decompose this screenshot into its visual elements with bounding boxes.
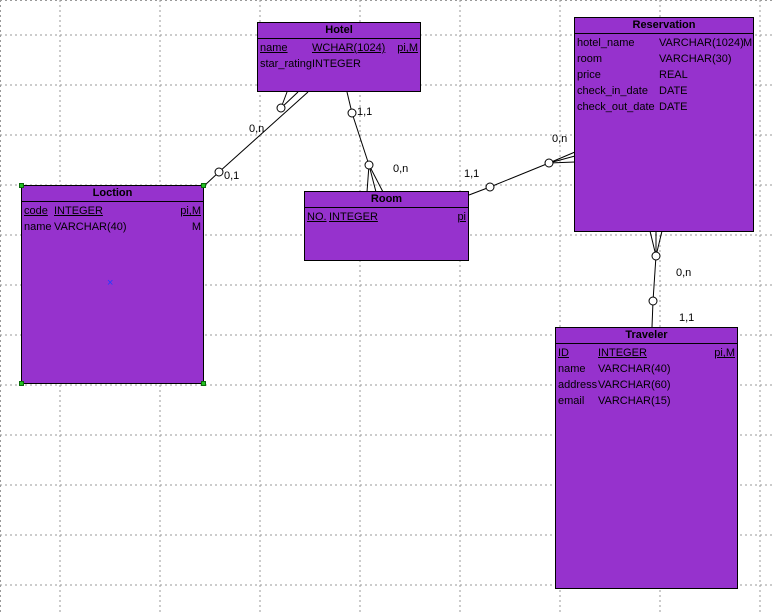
attribute-type: VARCHAR(60) xyxy=(598,379,671,391)
attribute-name: ID xyxy=(558,347,569,359)
entity-room[interactable]: Room NO. INTEGER pi xyxy=(304,191,469,261)
attribute-flags: pi,M xyxy=(180,205,201,217)
attribute-type: INTEGER xyxy=(329,211,378,223)
attribute-row: NO. INTEGER pi xyxy=(307,209,466,225)
attribute-type: VARCHAR(30) xyxy=(659,53,732,65)
attribute-type: VARCHAR(15) xyxy=(598,395,671,407)
attribute-name: email xyxy=(558,395,585,407)
link-reservation-traveler[interactable]: 0,n 1,1 xyxy=(648,230,694,328)
attribute-row: room VARCHAR(30) xyxy=(577,51,751,67)
entity-title: Loction xyxy=(22,186,203,202)
attribute-flags: pi xyxy=(457,211,466,223)
attribute-type: DATE xyxy=(659,101,688,113)
attribute-flags: pi,M xyxy=(714,347,735,359)
attribute-type: VARCHAR(40) xyxy=(54,221,127,233)
resize-handle-bottom-left[interactable] xyxy=(19,381,24,386)
cardinality-hotel-room-room: 0,n xyxy=(393,163,408,175)
attribute-row: ID INTEGER pi,M xyxy=(558,345,735,361)
resize-handle-top-left[interactable] xyxy=(19,183,24,188)
attribute-name: NO. xyxy=(307,211,327,223)
attribute-row: name VARCHAR(40) xyxy=(558,361,735,377)
optional-marker-hotel-room-bottom xyxy=(364,160,374,170)
attribute-name: name xyxy=(260,42,288,54)
attribute-flags: M xyxy=(743,37,753,49)
attribute-type: VARCHAR(1024) xyxy=(659,37,744,49)
optional-marker-hotel-side xyxy=(276,103,286,113)
attribute-name: star_rating xyxy=(260,58,312,70)
attribute-name: name xyxy=(24,221,52,233)
attribute-type: DATE xyxy=(659,85,688,97)
entity-reservation[interactable]: Reservation hotel_name VARCHAR(1024) M r… xyxy=(574,17,754,232)
link-hotel-location[interactable]: 0,n 0,1 xyxy=(203,91,309,187)
optional-marker-traveler-top xyxy=(648,296,658,306)
attribute-type: VARCHAR(40) xyxy=(598,363,671,375)
link-hotel-room[interactable]: 1,1 0,n xyxy=(346,91,408,193)
attribute-name: room xyxy=(577,53,603,65)
attribute-name: name xyxy=(558,363,586,375)
attribute-name: address xyxy=(558,379,598,391)
attribute-type: INTEGER xyxy=(312,58,361,70)
entity-title: Room xyxy=(305,192,468,208)
center-mark-icon: × xyxy=(107,277,114,289)
attribute-row: name WCHAR(1024) pi,M xyxy=(260,40,418,56)
entity-title: Reservation xyxy=(575,18,753,34)
entity-location[interactable]: Loction code INTEGER pi,M name VARCHAR(4… xyxy=(21,185,204,384)
cardinality-reservation-traveler-reservation: 0,n xyxy=(676,267,691,279)
attribute-type: INTEGER xyxy=(598,347,647,359)
attribute-name: check_out_date xyxy=(577,101,655,113)
optional-marker-hotel-room-top xyxy=(347,108,357,118)
resize-handle-bottom-right[interactable] xyxy=(201,381,206,386)
attribute-row: star_rating INTEGER xyxy=(260,56,418,72)
cardinality-room-reservation-reservation: 0,n xyxy=(552,133,567,145)
attribute-row: check_out_date DATE xyxy=(577,99,751,115)
optional-marker-reservation-bottom xyxy=(651,251,661,261)
attribute-row: hotel_name VARCHAR(1024) M xyxy=(577,35,753,51)
attribute-name: code xyxy=(24,205,48,217)
cardinality-reservation-traveler-traveler: 1,1 xyxy=(679,312,694,324)
attribute-type: INTEGER xyxy=(54,205,103,217)
cardinality-hotel-location-location: 0,1 xyxy=(224,170,239,182)
attribute-row: name VARCHAR(40) M xyxy=(24,219,201,235)
attribute-name: check_in_date xyxy=(577,85,648,97)
attribute-row: address VARCHAR(60) xyxy=(558,377,735,393)
cardinality-hotel-room-hotel: 1,1 xyxy=(357,106,372,118)
attribute-name: price xyxy=(577,69,601,81)
entity-traveler[interactable]: Traveler ID INTEGER pi,M name VARCHAR(40… xyxy=(555,327,738,589)
attribute-row: code INTEGER pi,M xyxy=(24,203,201,219)
entity-hotel[interactable]: Hotel name WCHAR(1024) pi,M star_rating … xyxy=(257,22,421,92)
optional-marker-reservation-side xyxy=(544,158,554,168)
attribute-type: WCHAR(1024) xyxy=(312,42,386,54)
optional-marker-room-side xyxy=(485,182,495,192)
cardinality-room-reservation-room: 1,1 xyxy=(464,168,479,180)
link-room-reservation[interactable]: 1,1 0,n xyxy=(464,133,576,196)
attribute-name: hotel_name xyxy=(577,37,635,49)
optional-marker-location-side xyxy=(214,167,224,177)
entity-title: Hotel xyxy=(258,23,420,39)
resize-handle-top-right[interactable] xyxy=(201,183,206,188)
attribute-row: email VARCHAR(15) xyxy=(558,393,735,409)
cardinality-hotel-location-hotel: 0,n xyxy=(249,123,264,135)
attribute-row: check_in_date DATE xyxy=(577,83,751,99)
attribute-flags: M xyxy=(191,221,201,233)
attribute-flags: pi,M xyxy=(397,42,418,54)
entity-title: Traveler xyxy=(556,328,737,344)
attribute-type: REAL xyxy=(659,69,688,81)
attribute-row: price REAL xyxy=(577,67,751,83)
